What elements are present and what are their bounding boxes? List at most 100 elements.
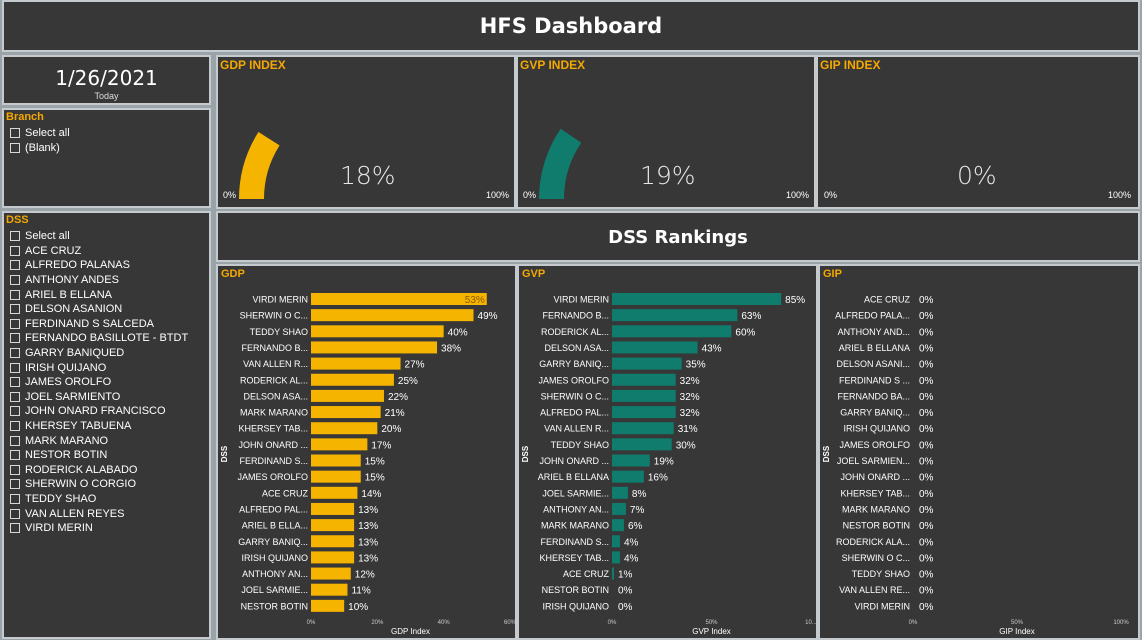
- dss-slicer-item[interactable]: JOEL SARMIENTO: [10, 390, 188, 405]
- bar[interactable]: [311, 551, 355, 564]
- bar[interactable]: [612, 470, 644, 483]
- bar[interactable]: [612, 438, 672, 451]
- bar[interactable]: [311, 599, 345, 612]
- bar[interactable]: [311, 454, 361, 467]
- checkbox-icon[interactable]: [10, 464, 20, 475]
- bar[interactable]: [311, 567, 351, 580]
- bar[interactable]: [612, 567, 614, 580]
- dss-slicer-item[interactable]: JOHN ONARD FRANCISCO: [10, 404, 188, 419]
- dss-slicer-item[interactable]: Select all: [10, 229, 188, 244]
- data-label: 6%: [628, 521, 643, 532]
- gip-index-gauge[interactable]: GIP INDEX 0% 0% 100%: [816, 55, 1140, 209]
- bar[interactable]: [311, 519, 355, 532]
- category-label: ARIEL B ELLANA: [538, 472, 609, 482]
- branch-slicer-item[interactable]: (Blank): [10, 141, 70, 156]
- dss-slicer-item[interactable]: DELSON ASANION: [10, 302, 188, 317]
- bar[interactable]: [311, 438, 368, 451]
- dss-slicer-item[interactable]: RODERICK ALABADO: [10, 463, 188, 478]
- gvp-index-gauge[interactable]: GVP INDEX 19% 0% 100%: [516, 55, 816, 209]
- dss-slicer-item[interactable]: TEDDY SHAO: [10, 492, 188, 507]
- checkbox-icon[interactable]: [10, 231, 20, 242]
- dss-slicer-item[interactable]: KHERSEY TABUENA: [10, 419, 188, 434]
- bar[interactable]: [612, 357, 682, 370]
- checkbox-icon[interactable]: [10, 421, 20, 432]
- bar[interactable]: [612, 502, 626, 515]
- category-label: GARRY BANIQ...: [840, 408, 910, 418]
- checkbox-icon[interactable]: [10, 333, 20, 344]
- bar[interactable]: [311, 293, 487, 305]
- checkbox-icon[interactable]: [10, 479, 20, 490]
- checkbox-icon[interactable]: [10, 508, 20, 519]
- bar[interactable]: [612, 309, 738, 322]
- bar[interactable]: [311, 389, 384, 402]
- checkbox-icon[interactable]: [10, 362, 20, 373]
- gvp-bar-chart[interactable]: GVP VIRDI MERIN 85% FERNANDO B... 63% RODERI…: [517, 264, 818, 640]
- dss-slicer-item[interactable]: MARK MARANO: [10, 433, 188, 448]
- bar[interactable]: [612, 422, 674, 435]
- gdp-index-gauge[interactable]: GDP INDEX 18% 0% 100%: [216, 55, 516, 209]
- dss-slicer-item[interactable]: NESTOR BOTIN: [10, 448, 188, 463]
- bar[interactable]: [311, 583, 348, 596]
- checkbox-icon[interactable]: [10, 493, 20, 504]
- bar[interactable]: [311, 309, 474, 322]
- bar[interactable]: [612, 373, 676, 386]
- bar[interactable]: [612, 406, 676, 419]
- bar[interactable]: [311, 486, 358, 499]
- checkbox-icon[interactable]: [10, 128, 20, 139]
- bar[interactable]: [612, 535, 620, 548]
- gip-bar-chart[interactable]: GIP ACE CRUZ 0% ALFREDO PALA... 0% ANTHONY A…: [818, 264, 1140, 640]
- bar[interactable]: [311, 422, 378, 435]
- data-label: 27%: [405, 360, 425, 371]
- checkbox-icon[interactable]: [10, 304, 20, 315]
- dss-slicer-item[interactable]: FERNANDO BASILLOTE - BTDT: [10, 331, 188, 346]
- bar[interactable]: [311, 357, 401, 370]
- checkbox-icon[interactable]: [10, 435, 20, 446]
- dss-slicer-item[interactable]: VIRDI MERIN: [10, 521, 188, 536]
- bar[interactable]: [612, 341, 698, 354]
- checkbox-icon[interactable]: [10, 318, 20, 329]
- gdp-bar-chart[interactable]: GDP VIRDI MERIN 53% SHERWIN O C... 49% TEDDY…: [216, 264, 517, 640]
- dss-slicer-item[interactable]: GARRY BANIQUED: [10, 346, 188, 361]
- checkbox-icon[interactable]: [10, 348, 20, 359]
- dss-slicer-item[interactable]: SHERWIN O CORGIO: [10, 477, 188, 492]
- data-label: 0%: [919, 602, 934, 613]
- bar[interactable]: [311, 502, 355, 515]
- checkbox-icon[interactable]: [10, 523, 20, 534]
- checkbox-icon[interactable]: [10, 142, 20, 153]
- dss-slicer-item[interactable]: ARIEL B ELLANA: [10, 287, 188, 302]
- category-label: DELSON ASANI...: [836, 359, 910, 369]
- bar[interactable]: [311, 406, 381, 419]
- branch-slicer-item[interactable]: Select all: [10, 126, 70, 141]
- x-tick-label: 100%: [1113, 620, 1129, 626]
- checkbox-icon[interactable]: [10, 275, 20, 286]
- checkbox-icon[interactable]: [10, 289, 20, 300]
- bar[interactable]: [311, 373, 394, 386]
- bar[interactable]: [612, 551, 620, 564]
- dss-slicer-item[interactable]: FERDINAND S SALCEDA: [10, 317, 188, 332]
- bar[interactable]: [612, 519, 624, 532]
- bar[interactable]: [612, 389, 676, 402]
- bar[interactable]: [612, 454, 650, 467]
- gauge-fill-arc: [239, 132, 280, 199]
- bar[interactable]: [612, 325, 732, 338]
- dss-slicer-item[interactable]: ALFREDO PALANAS: [10, 258, 188, 273]
- checkbox-icon[interactable]: [10, 450, 20, 461]
- dss-slicer-item[interactable]: VAN ALLEN REYES: [10, 506, 188, 521]
- bar[interactable]: [612, 293, 782, 305]
- bar[interactable]: [612, 486, 628, 499]
- data-label: 32%: [680, 376, 700, 387]
- dss-slicer-item[interactable]: ACE CRUZ: [10, 244, 188, 259]
- bar[interactable]: [311, 325, 444, 338]
- checkbox-icon[interactable]: [10, 260, 20, 271]
- dss-slicer-title: DSS: [6, 214, 29, 226]
- bar[interactable]: [311, 341, 438, 354]
- checkbox-icon[interactable]: [10, 377, 20, 388]
- bar[interactable]: [311, 470, 361, 483]
- dss-slicer-item[interactable]: IRISH QUIJANO: [10, 360, 188, 375]
- checkbox-icon[interactable]: [10, 391, 20, 402]
- dss-slicer-item[interactable]: JAMES OROLFO: [10, 375, 188, 390]
- dss-slicer-item[interactable]: ANTHONY ANDES: [10, 273, 188, 288]
- checkbox-icon[interactable]: [10, 406, 20, 417]
- checkbox-icon[interactable]: [10, 245, 20, 256]
- bar[interactable]: [311, 535, 355, 548]
